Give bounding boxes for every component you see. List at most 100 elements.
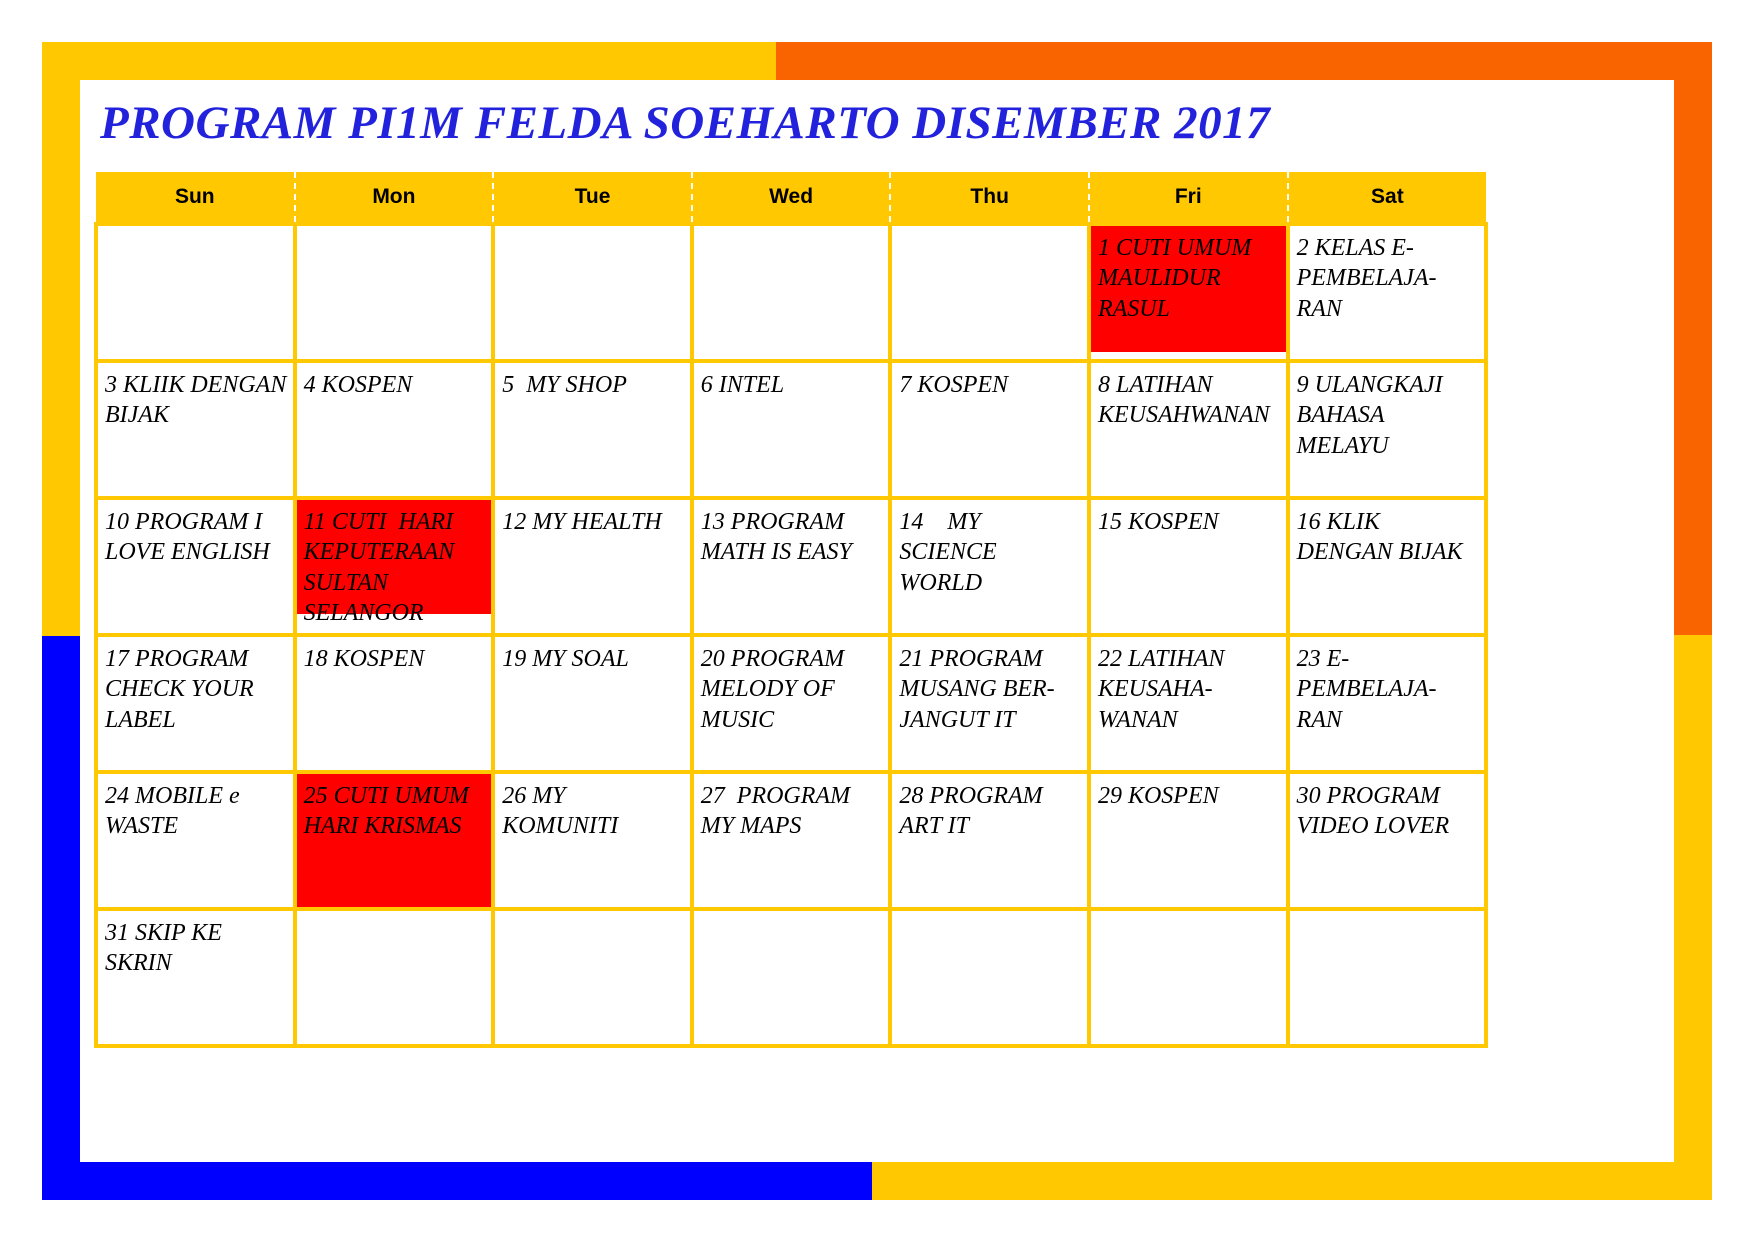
calendar-week-row: 1 CUTI UMUM MAULIDUR RASUL 2 KELAS E-PEMB… (94, 222, 1489, 363)
page-title: PROGRAM PI1M FELDA SOEHARTO DISEMBER 201… (100, 97, 1271, 149)
day-entry-text: 3 KLIIK DENGAN BIJAK (105, 372, 293, 429)
calendar-day-cell-31[interactable]: 31 SKIP KE SKRIN (94, 907, 297, 1048)
day-entry-text: 8 LATIHAN KEUSAHWANAN (1097, 372, 1270, 429)
calendar-week-row: 3 KLIIK DENGAN BIJAK 4 KOSPEN 5 MY SHOP 6 I… (94, 359, 1489, 500)
day-entry-text: 1 CUTI UMUM MAULIDUR RASUL (1097, 235, 1258, 322)
weekday-header-mon: Mon (294, 172, 495, 224)
weekday-header-sun: Sun (96, 172, 296, 224)
calendar-day-cell-empty (689, 222, 893, 363)
day-entry-text: 13 PROGRAM MATH IS EASY (700, 509, 852, 566)
frame-bar-right-orange (1674, 42, 1712, 635)
calendar-day-cell-4[interactable]: 4 KOSPEN (292, 359, 496, 500)
day-entry-text: 29 KOSPEN (1097, 783, 1219, 809)
calendar-body: 1 CUTI UMUM MAULIDUR RASUL 2 KELAS E-PEMB… (94, 222, 1489, 1048)
calendar-day-cell-5[interactable]: 5 MY SHOP (491, 359, 694, 500)
calendar-day-cell-9[interactable]: 9 ULANGKAJI BAHASA MELAYU (1285, 359, 1489, 500)
day-entry-text: 23 E-PEMBELAJA-RAN (1296, 646, 1437, 733)
day-entry-text: 31 SKIP KE SKRIN (105, 920, 228, 977)
day-entry-text: 15 KOSPEN (1097, 509, 1219, 535)
day-entry-text: 6 INTEL (700, 372, 785, 398)
calendar-day-cell-empty (1086, 907, 1290, 1048)
day-entry-text: 27 PROGRAM MY MAPS (700, 783, 857, 840)
weekday-header-wed: Wed (691, 172, 892, 224)
calendar-day-cell-empty (491, 222, 694, 363)
calendar-week-row: 31 SKIP KE SKRIN (94, 907, 1489, 1048)
calendar-day-cell-28[interactable]: 28 PROGRAM ART IT (888, 770, 1091, 911)
day-entry-text: 28 PROGRAM ART IT (899, 783, 1049, 840)
calendar-day-cell-empty (1285, 907, 1489, 1048)
day-entry-text: 9 ULANGKAJI BAHASA MELAYU (1296, 372, 1449, 459)
calendar-day-cell-23[interactable]: 23 E-PEMBELAJA-RAN (1285, 633, 1489, 774)
calendar-day-cell-8[interactable]: 8 LATIHAN KEUSAHWANAN (1086, 359, 1290, 500)
calendar-day-cell-18[interactable]: 18 KOSPEN (292, 633, 496, 774)
calendar-day-cell-14[interactable]: 14 MY SCIENCE WORLD (888, 496, 1091, 637)
calendar-day-cell-21[interactable]: 21 PROGRAM MUSANG BER-JANGUT IT (888, 633, 1091, 774)
calendar-day-cell-24[interactable]: 24 MOBILE e WASTE (94, 770, 297, 911)
day-entry-text: 30 PROGRAM VIDEO LOVER (1296, 783, 1450, 840)
weekday-header-sat: Sat (1287, 172, 1487, 224)
weekday-header-tue: Tue (493, 172, 693, 224)
calendar-day-cell-2[interactable]: 2 KELAS E-PEMBELAJA-RAN (1285, 222, 1489, 363)
day-entry-text: 16 KLIK DENGAN BIJAK (1296, 509, 1463, 566)
calendar-table: Sun Mon Tue Wed Thu Fri Sat 1 CUTI UMUM … (94, 172, 1489, 1048)
calendar-day-cell-empty (491, 907, 694, 1048)
frame-bar-bottom-gold (872, 1162, 1712, 1200)
day-entry-text: 10 PROGRAM I LOVE ENGLISH (105, 509, 270, 566)
calendar-day-cell-25[interactable]: 25 CUTI UMUM HARI KRISMAS (292, 770, 496, 911)
frame-bar-left-blue (42, 636, 80, 1200)
day-entry-text: 14 MY SCIENCE WORLD (899, 509, 1003, 596)
day-entry-text: 5 MY SHOP (502, 372, 627, 398)
day-entry-text: 26 MY KOMUNITI (502, 783, 619, 840)
day-entry-text: 17 PROGRAM CHECK YOUR LABEL (105, 646, 260, 733)
calendar-day-cell-17[interactable]: 17 PROGRAM CHECK YOUR LABEL (94, 633, 297, 774)
day-entry-text: 18 KOSPEN (303, 646, 425, 672)
calendar-header-row: Sun Mon Tue Wed Thu Fri Sat (96, 172, 1487, 224)
day-entry-text: 12 MY HEALTH (502, 509, 662, 535)
calendar-day-cell-10[interactable]: 10 PROGRAM I LOVE ENGLISH (94, 496, 297, 637)
day-entry-text: 20 PROGRAM MELODY OF MUSIC (700, 646, 851, 733)
calendar-day-cell-22[interactable]: 22 LATIHAN KEUSAHA-WANAN (1086, 633, 1290, 774)
calendar-day-cell-20[interactable]: 20 PROGRAM MELODY OF MUSIC (689, 633, 893, 774)
calendar-week-row: 17 PROGRAM CHECK YOUR LABEL 18 KOSPEN 19 M… (94, 633, 1489, 774)
calendar-day-cell-26[interactable]: 26 MY KOMUNITI (491, 770, 694, 911)
frame-bar-right-gold (1674, 635, 1712, 1200)
day-entry-text: 24 MOBILE e WASTE (105, 783, 246, 840)
day-entry-text: 22 LATIHAN KEUSAHA-WANAN (1097, 646, 1231, 733)
day-entry-text: 11 CUTI HARI KEPUTERAAN SULTAN SELANGOR (303, 509, 461, 627)
calendar-day-cell-27[interactable]: 27 PROGRAM MY MAPS (689, 770, 893, 911)
calendar-day-cell-19[interactable]: 19 MY SOAL (491, 633, 694, 774)
weekday-header-fri: Fri (1088, 172, 1289, 224)
calendar-day-cell-6[interactable]: 6 INTEL (689, 359, 893, 500)
frame-bar-top-orange (776, 42, 1712, 80)
calendar-day-cell-12[interactable]: 12 MY HEALTH (491, 496, 694, 637)
calendar-day-cell-29[interactable]: 29 KOSPEN (1086, 770, 1290, 911)
day-entry-text: 2 KELAS E-PEMBELAJA-RAN (1296, 235, 1437, 322)
calendar-day-cell-empty (888, 222, 1091, 363)
frame-bar-bottom-blue (42, 1162, 872, 1200)
day-entry-text: 21 PROGRAM MUSANG BER-JANGUT IT (899, 646, 1055, 733)
day-entry-text: 25 CUTI UMUM HARI KRISMAS (303, 783, 475, 840)
calendar-day-cell-1[interactable]: 1 CUTI UMUM MAULIDUR RASUL (1086, 222, 1290, 363)
calendar-day-cell-13[interactable]: 13 PROGRAM MATH IS EASY (689, 496, 893, 637)
day-entry-text: 7 KOSPEN (899, 372, 1009, 398)
calendar-day-cell-3[interactable]: 3 KLIIK DENGAN BIJAK (94, 359, 297, 500)
calendar-day-cell-11[interactable]: 11 CUTI HARI KEPUTERAAN SULTAN SELANGOR (292, 496, 496, 637)
calendar-day-cell-empty (689, 907, 893, 1048)
calendar-day-cell-empty (292, 222, 496, 363)
frame-bar-left-gold (42, 42, 80, 636)
calendar-day-cell-empty (94, 222, 297, 363)
day-entry-text: 4 KOSPEN (303, 372, 413, 398)
day-entry-text: 19 MY SOAL (502, 646, 629, 672)
calendar-week-row: 10 PROGRAM I LOVE ENGLISH 11 CUTI HARI KE… (94, 496, 1489, 637)
calendar-day-cell-empty (888, 907, 1091, 1048)
calendar-day-cell-16[interactable]: 16 KLIK DENGAN BIJAK (1285, 496, 1489, 637)
calendar-day-cell-15[interactable]: 15 KOSPEN (1086, 496, 1290, 637)
calendar-day-cell-7[interactable]: 7 KOSPEN (888, 359, 1091, 500)
calendar-week-row: 24 MOBILE e WASTE 25 CUTI UMUM HARI KRISM… (94, 770, 1489, 911)
calendar-page: PROGRAM PI1M FELDA SOEHARTO DISEMBER 201… (0, 0, 1754, 1240)
calendar-day-cell-30[interactable]: 30 PROGRAM VIDEO LOVER (1285, 770, 1489, 911)
frame-bar-top-gold (42, 42, 776, 80)
weekday-header-thu: Thu (890, 172, 1090, 224)
calendar-card: PROGRAM PI1M FELDA SOEHARTO DISEMBER 201… (80, 80, 1674, 1162)
calendar-day-cell-empty (292, 907, 496, 1048)
